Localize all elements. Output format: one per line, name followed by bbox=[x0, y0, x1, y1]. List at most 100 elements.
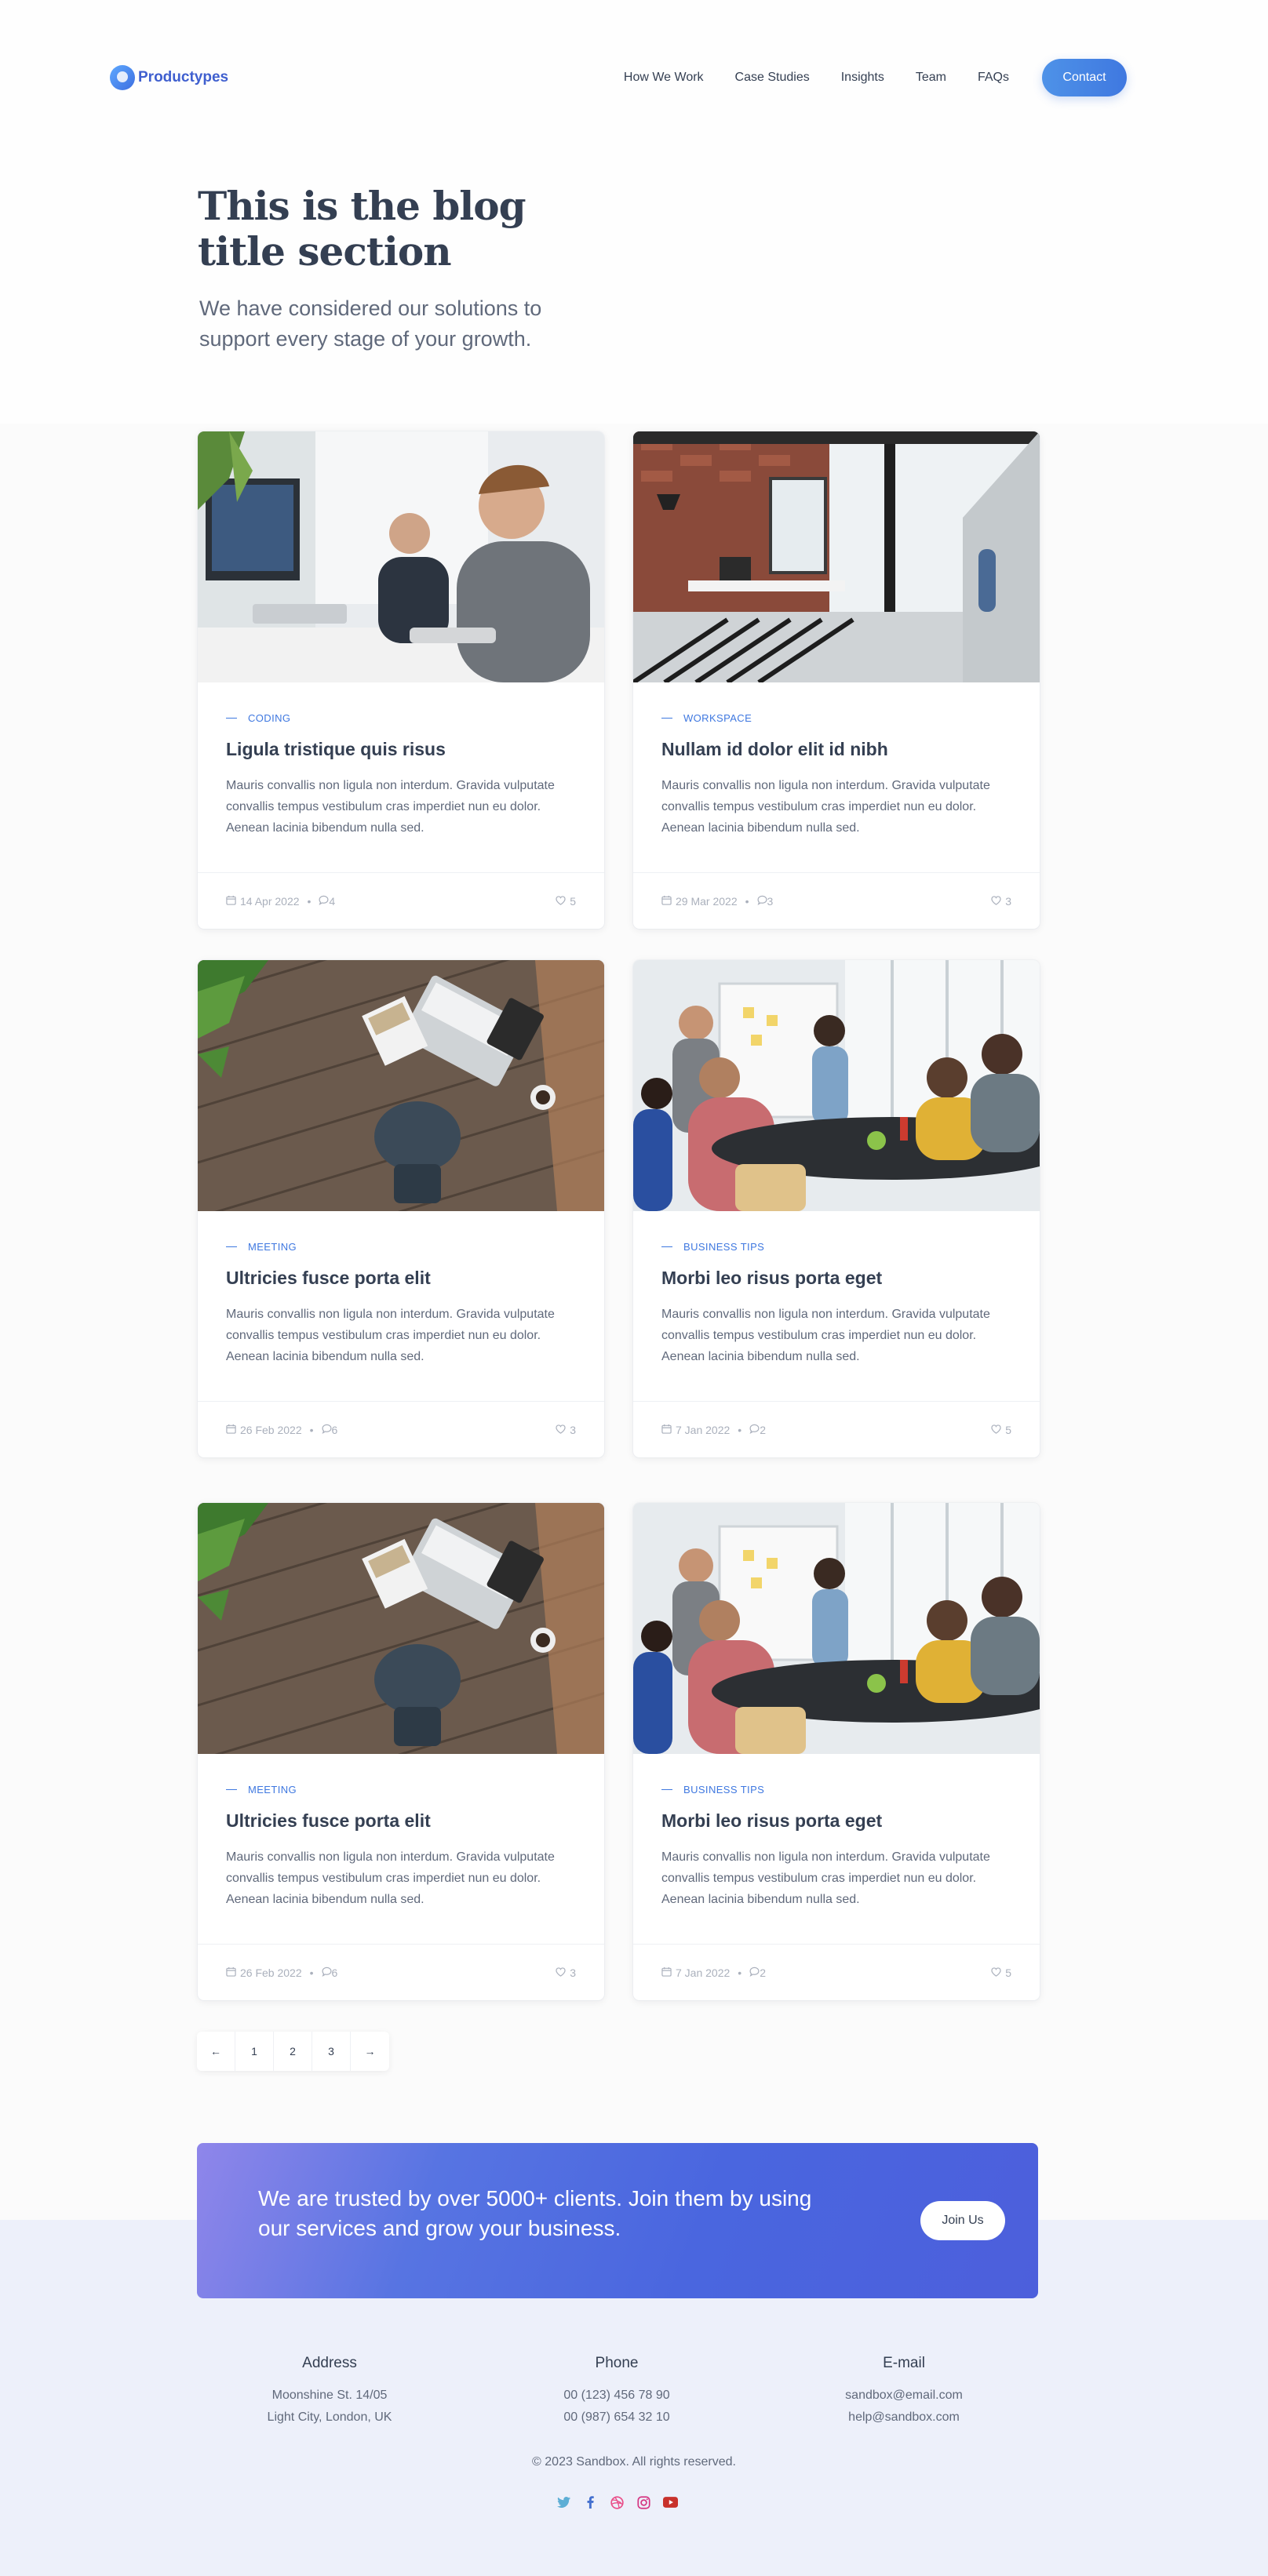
comment-icon bbox=[322, 1967, 332, 1979]
post-image[interactable] bbox=[633, 960, 1040, 1211]
post-title[interactable]: Morbi leo risus porta eget bbox=[661, 1268, 882, 1289]
post-category-label: Business Tips bbox=[683, 1784, 765, 1796]
post-category[interactable]: Meeting bbox=[226, 1784, 297, 1796]
pagination-page-1[interactable]: 1 bbox=[235, 2032, 274, 2071]
pagination-page-3[interactable]: 3 bbox=[312, 2032, 351, 2071]
post-comments[interactable]: 2 bbox=[749, 1424, 766, 1436]
footer-email-link[interactable]: sandbox@email.com bbox=[778, 2385, 1029, 2407]
pagination-prev-button[interactable]: ← bbox=[197, 2032, 235, 2071]
category-line-icon bbox=[661, 1788, 672, 1791]
nav-item-insights[interactable]: Insights bbox=[841, 71, 884, 85]
post-comments-count: 4 bbox=[329, 894, 336, 908]
post-body: Coding Ligula tristique quis risus Mauri… bbox=[198, 682, 604, 872]
twitter-icon[interactable] bbox=[556, 2494, 571, 2510]
post-category-label: Coding bbox=[248, 712, 291, 724]
contact-button[interactable]: Contact bbox=[1042, 59, 1127, 96]
calendar-icon bbox=[661, 1424, 676, 1436]
cta-text: We are trusted by over 5000+ clients. Jo… bbox=[258, 2186, 812, 2240]
post-comments-count: 6 bbox=[331, 1966, 338, 1979]
post-image[interactable] bbox=[633, 431, 1040, 682]
post-comments[interactable]: 3 bbox=[757, 894, 774, 908]
post-category[interactable]: Workspace bbox=[661, 712, 752, 724]
post-title[interactable]: Ultricies fusce porta elit bbox=[226, 1268, 431, 1289]
youtube-icon[interactable] bbox=[662, 2494, 678, 2510]
post-likes[interactable]: 3 bbox=[556, 1424, 576, 1436]
post-likes-count: 5 bbox=[1005, 1966, 1011, 1979]
post-title[interactable]: Ligula tristique quis risus bbox=[226, 739, 446, 760]
post-comments[interactable]: 6 bbox=[322, 1423, 338, 1436]
post-meta: 7 Jan 2022 • 2 5 bbox=[633, 1401, 1040, 1457]
post-comments-count: 6 bbox=[331, 1423, 338, 1436]
nav-item-team[interactable]: Team bbox=[916, 71, 946, 85]
post-date: 14 Apr 2022 bbox=[226, 895, 300, 908]
heart-icon bbox=[556, 1424, 570, 1436]
instagram-icon[interactable] bbox=[636, 2494, 651, 2510]
post-category-label: Meeting bbox=[248, 1241, 297, 1253]
post-date-text: 26 Feb 2022 bbox=[240, 1966, 302, 1979]
post-likes-count: 3 bbox=[570, 1966, 576, 1979]
nav-item-faqs[interactable]: FAQs bbox=[978, 71, 1009, 85]
join-us-button[interactable]: Join Us bbox=[920, 2201, 1005, 2240]
footer-address: Address Moonshine St. 14/05 Light City, … bbox=[204, 2355, 455, 2429]
page-title: This is the blog title section bbox=[198, 183, 527, 275]
heart-icon bbox=[556, 1967, 570, 1979]
post-body: Business Tips Morbi leo risus porta eget… bbox=[633, 1211, 1040, 1401]
footer-phone-heading: Phone bbox=[595, 2355, 639, 2371]
pagination: ← 1 2 3 → bbox=[197, 2032, 389, 2071]
post-title[interactable]: Morbi leo risus porta eget bbox=[661, 1810, 882, 1832]
post-likes[interactable]: 3 bbox=[991, 895, 1011, 908]
logo-mark-icon bbox=[110, 65, 135, 90]
post-image[interactable] bbox=[633, 1503, 1040, 1754]
dribbble-icon[interactable] bbox=[609, 2494, 625, 2510]
post-image[interactable] bbox=[198, 431, 604, 682]
footer-email-link[interactable]: help@sandbox.com bbox=[778, 2407, 1029, 2429]
meta-separator: • bbox=[738, 1423, 742, 1436]
footer-email: E-mail sandbox@email.com help@sandbox.co… bbox=[778, 2355, 1029, 2429]
blog-post-card: Business Tips Morbi leo risus porta eget… bbox=[633, 960, 1040, 1457]
post-excerpt: Mauris convallis non ligula non interdum… bbox=[226, 1308, 555, 1363]
post-title[interactable]: Ultricies fusce porta elit bbox=[226, 1810, 431, 1832]
logo[interactable]: Productypes bbox=[110, 65, 228, 90]
post-meta: 29 Mar 2022 • 3 3 bbox=[633, 872, 1040, 929]
post-title[interactable]: Nullam id dolor elit id nibh bbox=[661, 739, 888, 760]
post-likes-count: 3 bbox=[570, 1423, 576, 1436]
post-comments-count: 3 bbox=[767, 894, 774, 908]
post-comments[interactable]: 4 bbox=[319, 895, 335, 908]
post-likes-count: 5 bbox=[1005, 1423, 1011, 1436]
post-likes[interactable]: 5 bbox=[991, 1967, 1011, 1979]
meta-separator: • bbox=[309, 1423, 314, 1436]
post-date-text: 7 Jan 2022 bbox=[676, 1423, 731, 1436]
blog-post-card: Meeting Ultricies fusce porta elit Mauri… bbox=[198, 1503, 604, 2000]
post-meta: 7 Jan 2022 • 2 5 bbox=[633, 1944, 1040, 2000]
post-category[interactable]: Meeting bbox=[226, 1241, 297, 1253]
post-likes[interactable]: 5 bbox=[556, 895, 576, 908]
pagination-page-2[interactable]: 2 bbox=[274, 2032, 312, 2071]
post-meta: 26 Feb 2022 • 6 3 bbox=[198, 1944, 604, 2000]
meta-separator: • bbox=[738, 1966, 742, 1979]
post-excerpt: Mauris convallis non ligula non interdum… bbox=[661, 1850, 990, 1906]
post-excerpt: Mauris convallis non ligula non interdum… bbox=[661, 1308, 990, 1363]
nav-item-case-studies[interactable]: Case Studies bbox=[735, 71, 810, 85]
post-image[interactable] bbox=[198, 1503, 604, 1754]
post-likes[interactable]: 5 bbox=[991, 1424, 1011, 1436]
post-category-label: Workspace bbox=[683, 712, 752, 724]
post-image[interactable] bbox=[198, 960, 604, 1211]
post-category[interactable]: Business Tips bbox=[661, 1784, 764, 1796]
blog-post-card: Meeting Ultricies fusce porta elit Mauri… bbox=[198, 960, 604, 1457]
post-likes[interactable]: 3 bbox=[556, 1967, 576, 1979]
post-comments[interactable]: 6 bbox=[322, 1966, 338, 1979]
facebook-icon[interactable] bbox=[582, 2494, 598, 2510]
category-line-icon bbox=[226, 1246, 237, 1248]
post-date-text: 7 Jan 2022 bbox=[676, 1966, 731, 1979]
logo-text: Productypes bbox=[138, 69, 229, 86]
blog-post-card: Coding Ligula tristique quis risus Mauri… bbox=[198, 431, 604, 929]
blog-post-card: Business Tips Morbi leo risus porta eget… bbox=[633, 1503, 1040, 2000]
pagination-next-button[interactable]: → bbox=[351, 2032, 389, 2071]
cta-banner: We are trusted by over 5000+ clients. Jo… bbox=[197, 2143, 1038, 2298]
post-date: 26 Feb 2022 bbox=[226, 1967, 302, 1979]
post-category[interactable]: Coding bbox=[226, 712, 290, 724]
nav-item-how-we-work[interactable]: How We Work bbox=[624, 71, 704, 85]
post-category[interactable]: Business Tips bbox=[661, 1241, 764, 1253]
post-comments[interactable]: 2 bbox=[749, 1967, 766, 1979]
blog-post-card: Workspace Nullam id dolor elit id nibh M… bbox=[633, 431, 1040, 929]
